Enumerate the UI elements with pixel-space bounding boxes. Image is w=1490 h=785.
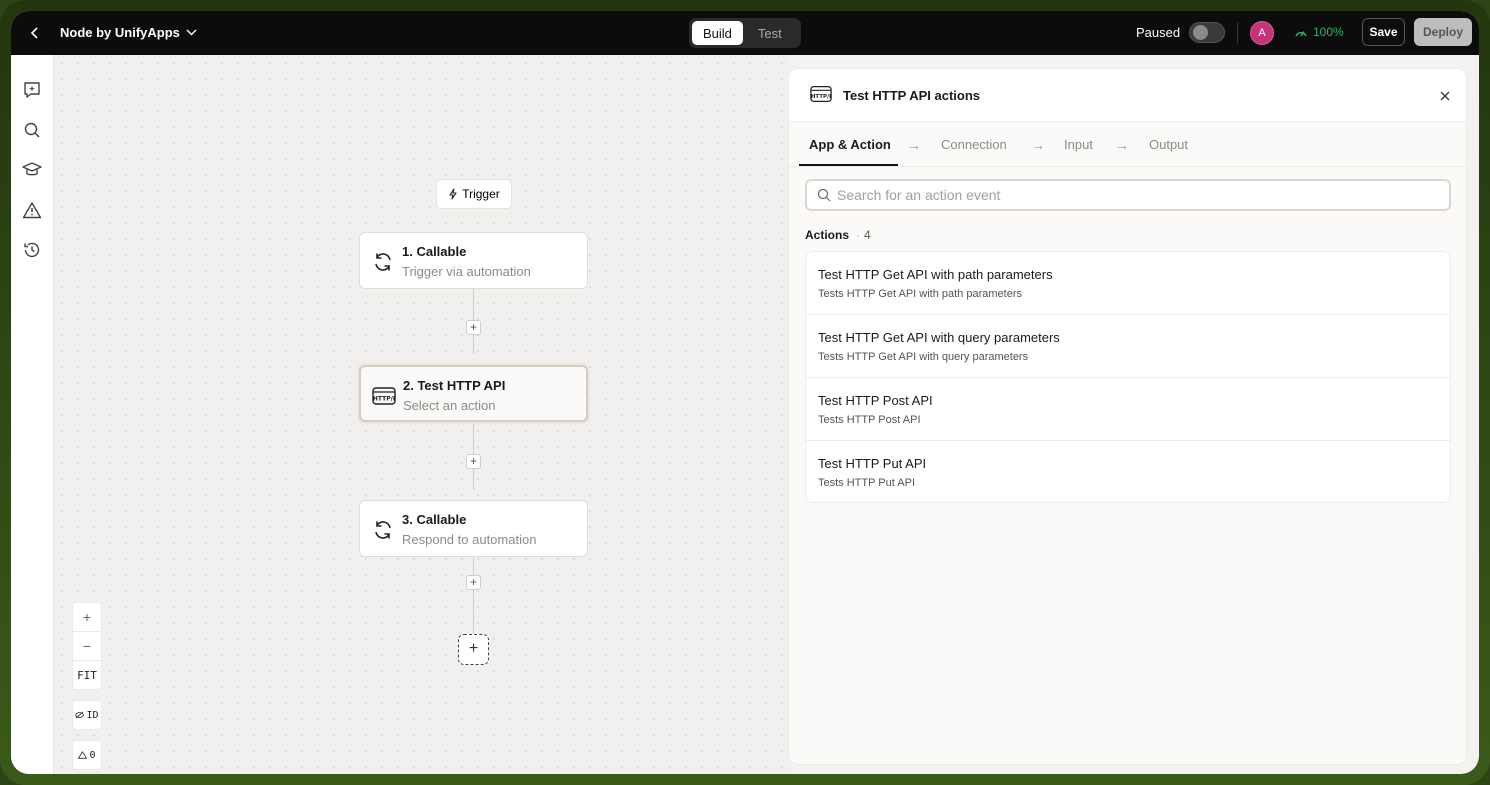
zoom-in-button[interactable]: + (73, 603, 101, 632)
workflow-node-1[interactable]: 1. Callable Trigger via automation (359, 232, 588, 289)
action-description: Tests HTTP Put API (818, 477, 915, 489)
active-tab-indicator (799, 164, 898, 166)
search-button[interactable] (21, 119, 43, 141)
add-node-button[interactable]: + (458, 634, 489, 665)
arrow-right-icon: → (907, 137, 921, 153)
top-bar: Node by UnifyApps Build Test Paused A 10… (11, 11, 1479, 55)
action-description: Tests HTTP Post API (818, 414, 921, 426)
search-icon (24, 122, 40, 138)
warning-count: 0 (89, 749, 96, 761)
zoom-controls: + − FIT (72, 602, 102, 690)
avatar[interactable]: A (1250, 21, 1274, 45)
warning-icon (22, 202, 42, 219)
close-button[interactable] (1437, 88, 1453, 104)
fit-button[interactable]: FIT (73, 661, 101, 690)
node-title: 2. Test HTTP API (403, 378, 506, 393)
pause-toggle[interactable] (1189, 22, 1225, 43)
history-button[interactable] (21, 239, 43, 261)
warnings-button[interactable]: 0 (72, 740, 102, 770)
lightning-icon (449, 188, 457, 200)
search-icon (817, 188, 831, 202)
divider (1237, 22, 1238, 44)
svg-text:HTTP/I: HTTP/I (811, 94, 831, 100)
tab-connection[interactable]: Connection (941, 137, 1007, 152)
mode-toggle: Build Test (689, 18, 801, 48)
id-label: ID (86, 709, 99, 721)
http-api-icon: HTTP/I (810, 84, 832, 106)
history-icon (24, 242, 40, 258)
node-subtitle: Select an action (403, 398, 496, 413)
action-title: Test HTTP Get API with query parameters (818, 330, 1060, 345)
actions-count: 4 (864, 228, 871, 242)
svg-text:HTTP/I: HTTP/I (373, 396, 395, 403)
list-item[interactable]: Test HTTP Get API with path parameters T… (806, 252, 1450, 315)
actions-label: Actions (805, 228, 850, 242)
arrow-right-icon: → (1115, 137, 1129, 153)
build-tab[interactable]: Build (692, 21, 743, 45)
panel-header: HTTP/I Test HTTP API actions (789, 69, 1466, 122)
workflow-canvas[interactable]: Trigger 1. Callable Trigger via automati… (54, 55, 789, 774)
deploy-button[interactable]: Deploy (1414, 18, 1472, 46)
trigger-button[interactable]: Trigger (436, 179, 512, 209)
gauge-icon (1295, 30, 1307, 36)
action-description: Tests HTTP Get API with query parameters (818, 351, 1029, 363)
refresh-icon (371, 518, 395, 542)
save-button[interactable]: Save (1362, 18, 1405, 46)
action-title: Test HTTP Put API (818, 456, 927, 471)
node-title: 3. Callable (402, 512, 467, 527)
connector-line (473, 556, 474, 634)
alerts-button[interactable] (21, 199, 43, 221)
chevron-down-icon (186, 29, 197, 36)
test-tab[interactable]: Test (747, 21, 793, 45)
learn-button[interactable] (21, 159, 43, 181)
add-step-button[interactable]: + (466, 575, 481, 590)
node-subtitle: Respond to automation (402, 532, 537, 547)
tab-input[interactable]: Input (1064, 137, 1093, 152)
back-button[interactable] (25, 23, 45, 43)
add-step-button[interactable]: + (466, 454, 481, 469)
actions-list: Test HTTP Get API with path parameters T… (805, 251, 1451, 503)
tab-output[interactable]: Output (1149, 137, 1188, 152)
list-item[interactable]: Test HTTP Put API Tests HTTP Put API (806, 441, 1450, 502)
left-rail (11, 55, 54, 774)
list-item[interactable]: Test HTTP Get API with query parameters … (806, 315, 1450, 378)
close-icon (1440, 91, 1450, 101)
warning-icon (78, 751, 88, 759)
trigger-label: Trigger (462, 187, 500, 201)
action-search (805, 179, 1451, 211)
toggle-id-button[interactable]: ID (72, 700, 102, 730)
status-label: Paused (1136, 25, 1181, 40)
app-name-dropdown[interactable]: Node by UnifyApps (60, 25, 197, 40)
app-name: Node by UnifyApps (60, 25, 180, 40)
ai-chat-button[interactable] (21, 79, 43, 101)
add-step-button[interactable]: + (466, 320, 481, 335)
search-input[interactable] (837, 185, 1437, 205)
node-title: 1. Callable (402, 244, 467, 259)
node-subtitle: Trigger via automation (402, 264, 531, 279)
step-tabs: App & Action → Connection → Input → Outp… (789, 122, 1466, 167)
workflow-node-3[interactable]: 3. Callable Respond to automation (359, 500, 588, 557)
action-title: Test HTTP Post API (818, 393, 933, 408)
http-api-icon: HTTP/I (372, 384, 396, 408)
chevron-left-icon (30, 27, 38, 39)
zoom-out-button[interactable]: − (73, 632, 101, 661)
eye-off-icon (75, 711, 85, 719)
toggle-knob (1193, 25, 1208, 40)
action-description: Tests HTTP Get API with path parameters (818, 288, 1022, 300)
arrow-right-icon: → (1031, 137, 1045, 153)
refresh-icon (371, 250, 395, 274)
health-value: 100% (1313, 25, 1344, 39)
tab-app-action[interactable]: App & Action (809, 137, 891, 152)
health-indicator: 100% (1294, 25, 1344, 39)
panel-title: Test HTTP API actions (843, 88, 981, 103)
workflow-node-2[interactable]: HTTP/I 2. Test HTTP API Select an action (359, 365, 588, 422)
action-title: Test HTTP Get API with path parameters (818, 267, 1053, 282)
sparkle-chat-icon (24, 82, 40, 98)
action-panel: HTTP/I Test HTTP API actions App & Actio… (788, 68, 1467, 765)
list-item[interactable]: Test HTTP Post API Tests HTTP Post API (806, 378, 1450, 441)
separator-dot: · (856, 228, 860, 242)
graduation-cap-icon (22, 162, 42, 176)
app-screen: Node by UnifyApps Build Test Paused A 10… (11, 11, 1479, 774)
